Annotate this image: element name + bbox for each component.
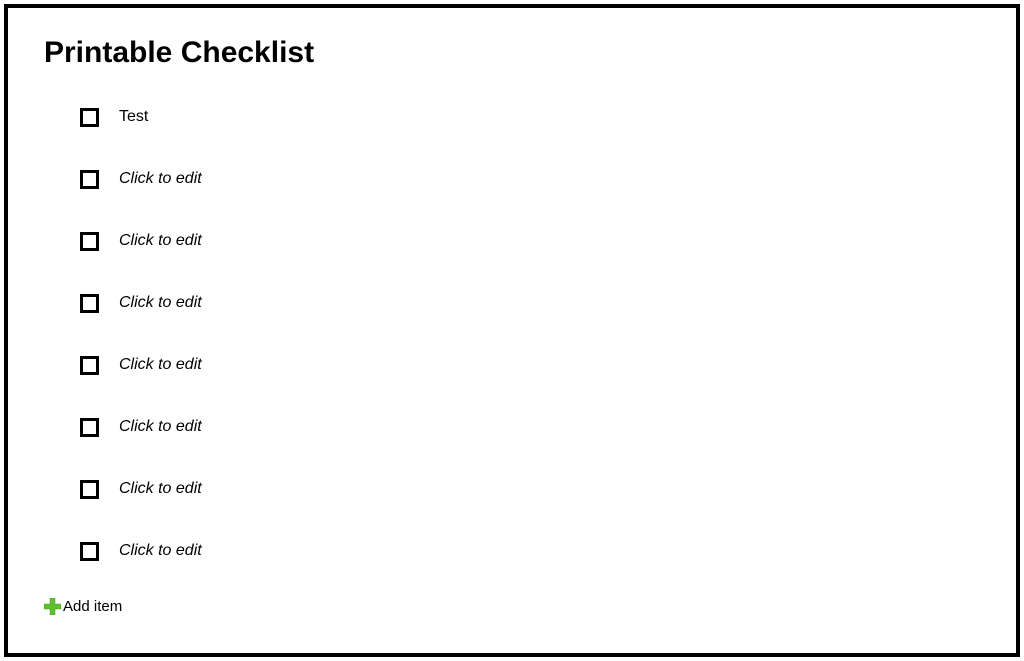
- add-item-button[interactable]: Add item: [44, 598, 980, 615]
- checkbox[interactable]: [80, 480, 99, 499]
- checklist-panel: Printable Checklist Test Click to edit Cli…: [4, 4, 1020, 657]
- checklist: Test Click to edit Click to edit Click to e…: [44, 106, 980, 562]
- add-item-label: Add item: [63, 598, 122, 615]
- checklist-item: Test: [80, 106, 980, 128]
- checkbox[interactable]: [80, 356, 99, 375]
- checklist-item: Click to edit: [80, 168, 980, 190]
- checklist-item-text[interactable]: Click to edit: [119, 170, 202, 188]
- checklist-item-text[interactable]: Click to edit: [119, 232, 202, 250]
- checklist-item: Click to edit: [80, 230, 980, 252]
- checklist-item-text[interactable]: Click to edit: [119, 356, 202, 374]
- checklist-item: Click to edit: [80, 540, 980, 562]
- plus-icon: [44, 598, 61, 615]
- checklist-item: Click to edit: [80, 292, 980, 314]
- checklist-item: Click to edit: [80, 416, 980, 438]
- checklist-item-text[interactable]: Click to edit: [119, 294, 202, 312]
- page-title[interactable]: Printable Checklist: [44, 36, 980, 70]
- checklist-item-text[interactable]: Test: [119, 108, 148, 126]
- checklist-item: Click to edit: [80, 478, 980, 500]
- checkbox[interactable]: [80, 294, 99, 313]
- checkbox[interactable]: [80, 232, 99, 251]
- checklist-item-text[interactable]: Click to edit: [119, 542, 202, 560]
- checkbox[interactable]: [80, 108, 99, 127]
- checkbox[interactable]: [80, 418, 99, 437]
- checklist-item-text[interactable]: Click to edit: [119, 480, 202, 498]
- checkbox[interactable]: [80, 542, 99, 561]
- checklist-item-text[interactable]: Click to edit: [119, 418, 202, 436]
- checklist-item: Click to edit: [80, 354, 980, 376]
- checkbox[interactable]: [80, 170, 99, 189]
